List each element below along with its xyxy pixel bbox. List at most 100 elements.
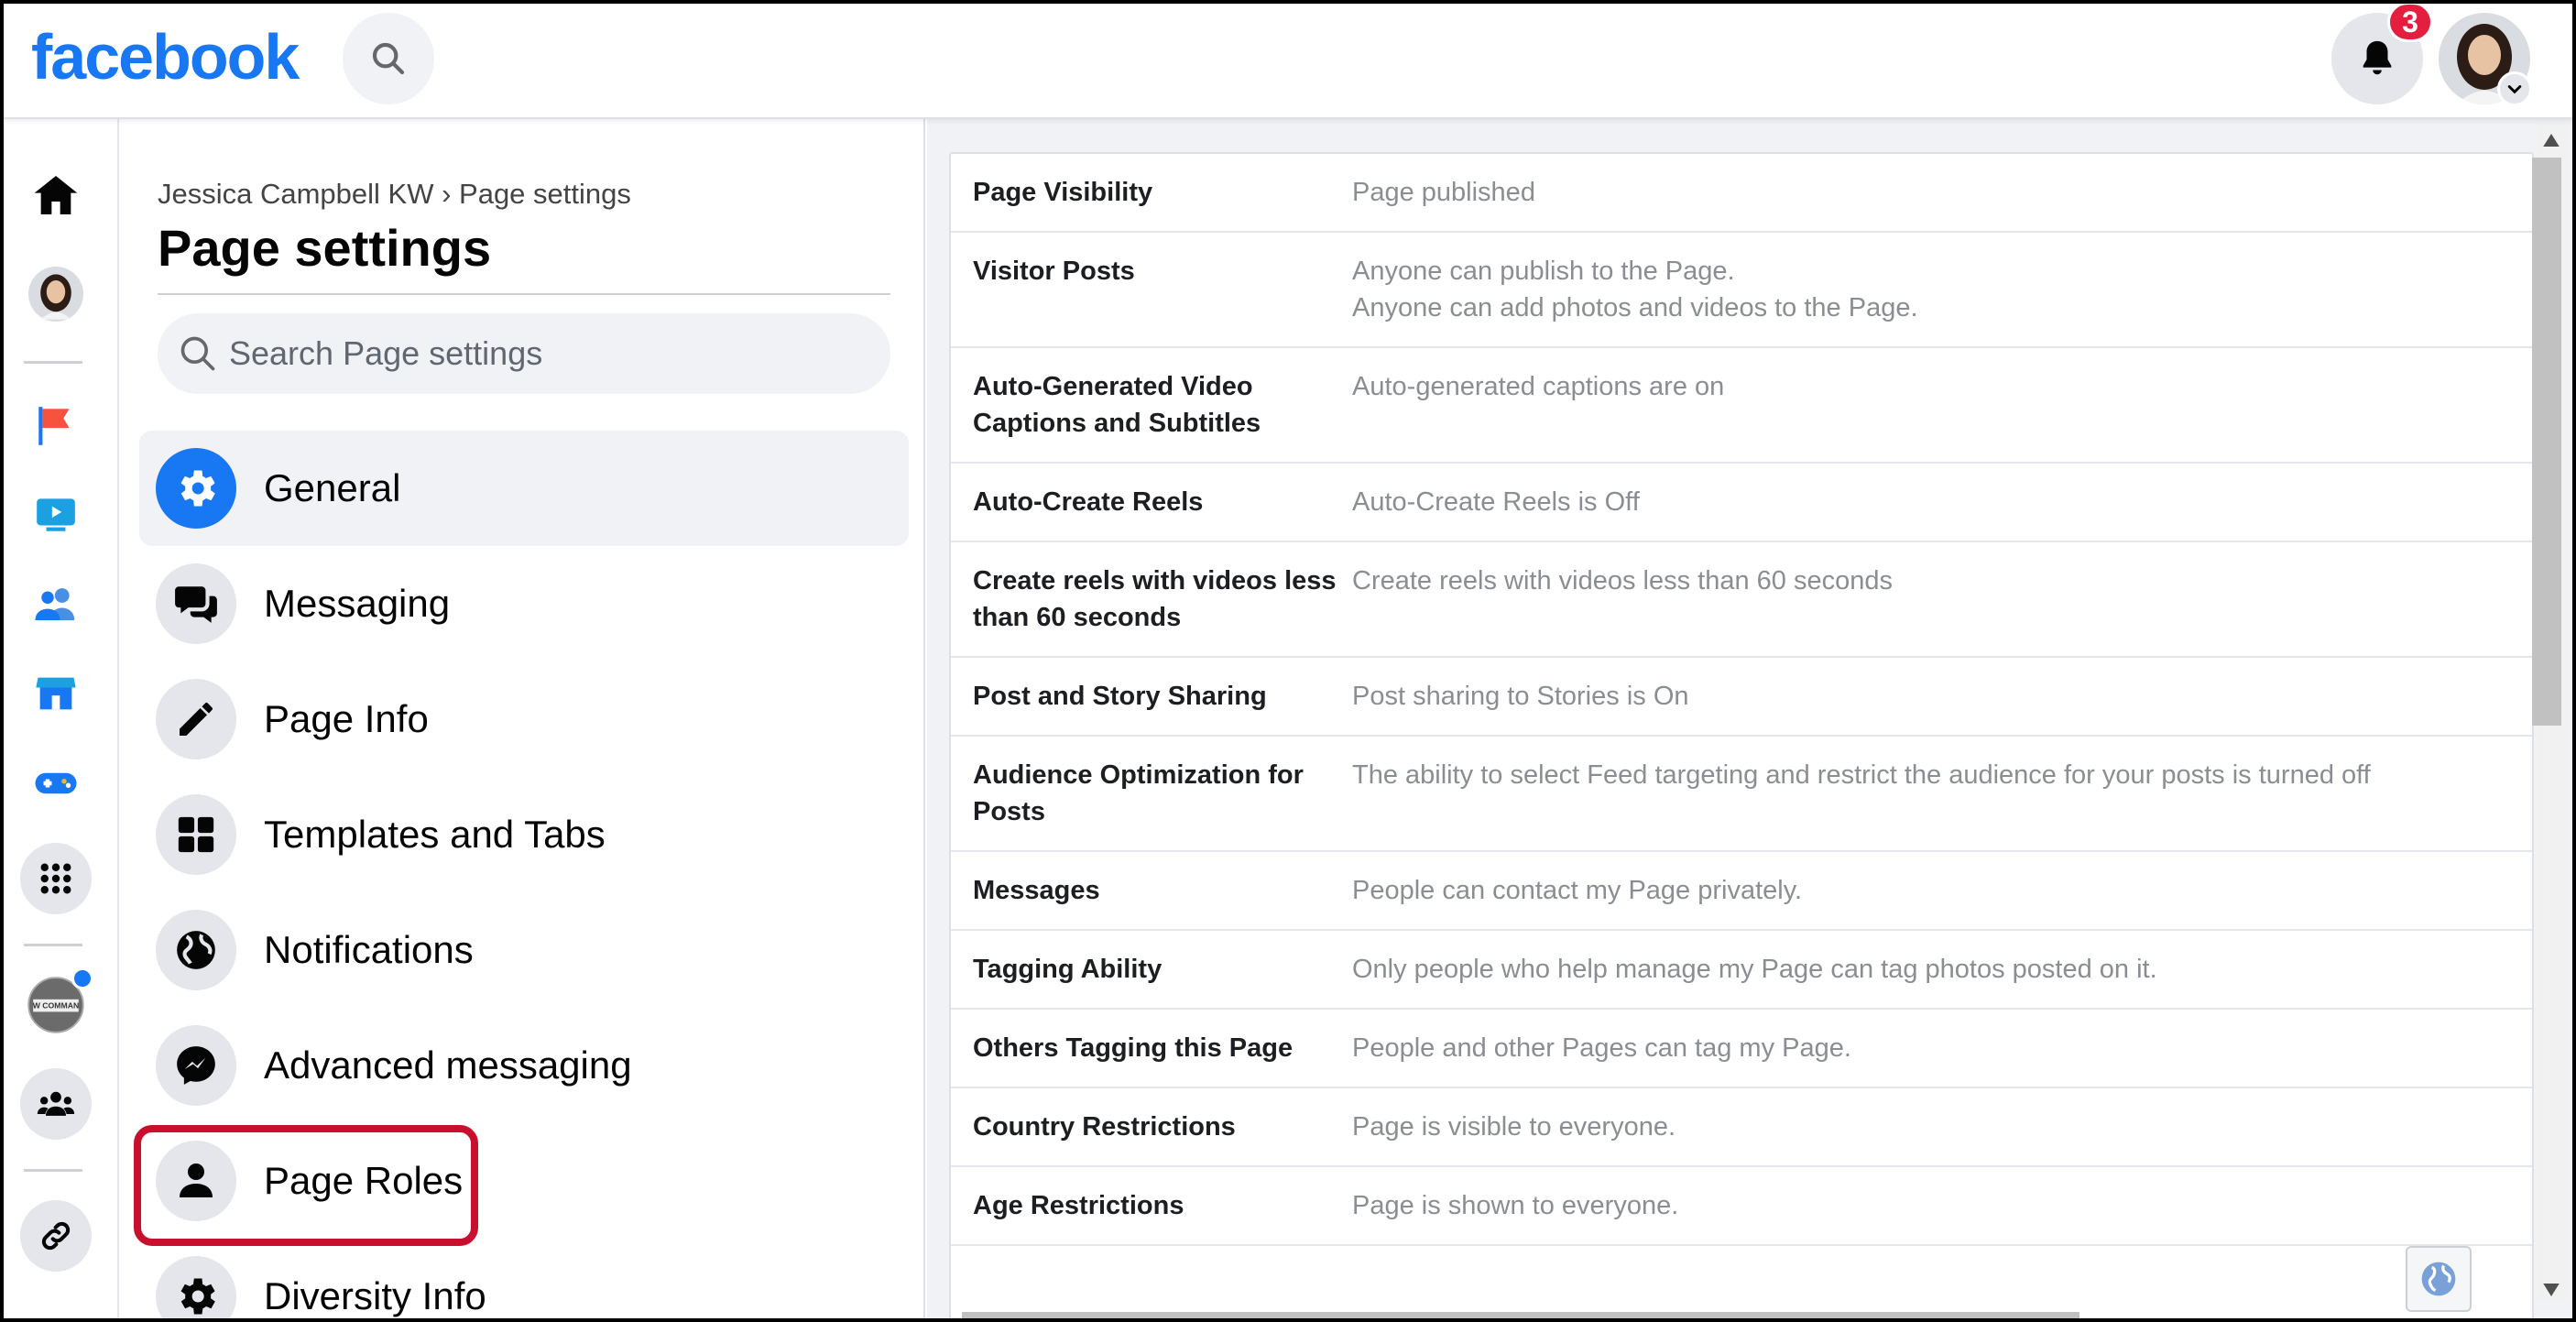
scroll-down-button[interactable]	[2538, 1278, 2565, 1302]
setting-value-line: Post sharing to Stories is On	[1352, 682, 1689, 711]
nav-item-templates-and-tabs[interactable]: Templates and Tabs	[139, 777, 909, 892]
marketplace-icon	[36, 677, 76, 710]
link-button[interactable]	[20, 1200, 92, 1272]
setting-label: Messages	[973, 876, 1100, 905]
nav-item-label: Page Roles	[264, 1159, 464, 1202]
setting-value: Auto-Create Reels is Off	[1352, 484, 1640, 520]
setting-value: Auto-generated captions are on	[1352, 368, 1724, 442]
title-divider	[158, 293, 890, 295]
pencil-icon	[180, 703, 213, 736]
account-menu-button[interactable]	[2497, 71, 2532, 106]
setting-value: People can contact my Page privately.	[1352, 872, 1802, 909]
friends-button[interactable]	[20, 568, 92, 639]
settings-row[interactable]: Country Restrictions Page is visible to …	[951, 1088, 2532, 1167]
nav-item-advanced-messaging[interactable]: Advanced messaging	[139, 1008, 909, 1123]
profile-button[interactable]	[20, 258, 92, 330]
rail-divider	[24, 361, 82, 364]
bell-icon	[2363, 40, 2392, 75]
nav-item-messaging[interactable]: Messaging	[139, 546, 909, 661]
setting-value: Create reels with videos less than 60 se…	[1352, 563, 1893, 636]
settings-row[interactable]: Create reels with videos less than 60 se…	[951, 542, 2532, 658]
page-avatar-text: W COMMAN	[33, 1001, 80, 1011]
setting-value-line: Anyone can publish to the Page.	[1352, 257, 1735, 286]
general-settings-card: Page Visibility Page published Visitor P…	[949, 152, 2534, 1322]
nav-item-general[interactable]: General	[139, 431, 909, 546]
nav-item-label: Page Info	[264, 697, 429, 740]
setting-value: Anyone can publish to the Page. Anyone c…	[1352, 253, 1918, 326]
top-bar: facebook 3	[0, 0, 2576, 119]
settings-row[interactable]: Auto-Generated Video Captions and Subtit…	[951, 348, 2532, 464]
settings-row[interactable]: Auto-Create Reels Auto-Create Reels is O…	[951, 464, 2532, 542]
scroll-up-button[interactable]	[2538, 128, 2565, 152]
setting-value: Page is visible to everyone.	[1352, 1109, 1675, 1145]
setting-value-line: The ability to select Feed targeting and…	[1352, 760, 2371, 790]
chat-icon	[175, 586, 217, 623]
setting-label: Age Restrictions	[973, 1191, 1184, 1220]
setting-label: Auto-Create Reels	[973, 487, 1204, 517]
settings-row[interactable]: Audience Optimization for Posts The abil…	[951, 737, 2532, 852]
messenger-icon-container	[156, 1025, 236, 1106]
triangle-down-icon	[2543, 1284, 2560, 1296]
home-button[interactable]	[20, 159, 92, 231]
menu-grid-icon	[40, 863, 71, 894]
nav-item-notifications[interactable]: Notifications	[139, 892, 909, 1008]
setting-value: Page published	[1352, 174, 1535, 211]
home-icon	[34, 176, 78, 214]
setting-value-line: People and other Pages can tag my Page.	[1352, 1033, 1851, 1063]
vertical-scrollbar-thumb[interactable]	[2532, 158, 2561, 726]
setting-label: Post and Story Sharing	[973, 682, 1267, 711]
nav-item-label: Templates and Tabs	[264, 813, 606, 856]
settings-row[interactable]: Tagging Ability Only people who help man…	[951, 931, 2532, 1010]
settings-row[interactable]: Page Visibility Page published	[951, 154, 2532, 233]
nav-item-page-info[interactable]: Page Info	[139, 661, 909, 777]
watch-button[interactable]	[20, 478, 92, 550]
setting-value-line: Page is shown to everyone.	[1352, 1191, 1679, 1220]
settings-row[interactable]: Post and Story Sharing Post sharing to S…	[951, 658, 2532, 737]
setting-label: Others Tagging this Page	[973, 1033, 1293, 1063]
setting-value-line: People can contact my Page privately.	[1352, 876, 1803, 905]
nav-item-page-roles[interactable]: Page Roles	[139, 1123, 909, 1239]
nav-item-label: Diversity Info	[264, 1274, 486, 1317]
settings-row[interactable]: Age Restrictions Page is shown to everyo…	[951, 1167, 2532, 1246]
facebook-logo[interactable]: facebook	[31, 20, 300, 93]
settings-row[interactable]: Visitor Posts Anyone can publish to the …	[951, 233, 2532, 348]
groups-button[interactable]	[20, 1068, 92, 1140]
gear-icon-container	[156, 1256, 236, 1322]
profile-avatar	[28, 267, 83, 322]
groups-icon	[37, 1091, 75, 1116]
search-settings-input[interactable]	[158, 313, 890, 394]
nav-item-diversity-info[interactable]: Diversity Info	[139, 1239, 909, 1322]
setting-label: Country Restrictions	[973, 1112, 1236, 1142]
triangle-up-icon	[2543, 134, 2560, 147]
gaming-icon	[35, 772, 77, 794]
settings-row[interactable]: Messages People can contact my Page priv…	[951, 852, 2532, 931]
pages-button[interactable]	[20, 390, 92, 462]
search-button[interactable]	[343, 13, 434, 104]
globe-icon	[2421, 1262, 2456, 1296]
menu-button[interactable]	[20, 843, 92, 914]
setting-value-line: Page is visible to everyone.	[1352, 1112, 1676, 1142]
setting-value: The ability to select Feed targeting and…	[1352, 757, 2371, 830]
notification-count-badge: 3	[2387, 2, 2433, 42]
setting-value-line: Anyone can add photos and videos to the …	[1352, 293, 1918, 322]
person-icon	[180, 1164, 213, 1197]
language-button[interactable]	[2406, 1246, 2472, 1312]
setting-value: Only people who help manage my Page can …	[1352, 951, 2157, 988]
horizontal-scrollbar-thumb[interactable]	[962, 1312, 2079, 1321]
gaming-button[interactable]	[20, 748, 92, 819]
page-title: Page settings	[158, 219, 492, 277]
settings-row[interactable]: Others Tagging this Page People and othe…	[951, 1010, 2532, 1088]
setting-label: Tagging Ability	[973, 955, 1162, 984]
setting-value: Page is shown to everyone.	[1352, 1187, 1678, 1224]
setting-label: Create reels with videos less than 60 se…	[973, 566, 1337, 632]
watch-icon	[37, 498, 75, 531]
setting-value-line: Auto-Create Reels is Off	[1352, 487, 1640, 517]
breadcrumb[interactable]: Jessica Campbell KW › Page settings	[158, 178, 631, 211]
gear-icon	[180, 470, 215, 507]
setting-label: Auto-Generated Video Captions and Subtit…	[973, 372, 1261, 438]
settings-content: Page Visibility Page published Visitor P…	[927, 119, 2576, 1322]
marketplace-button[interactable]	[20, 658, 92, 729]
friends-icon	[35, 588, 75, 620]
setting-value-line: Page published	[1352, 178, 1535, 207]
messenger-icon	[177, 1046, 215, 1085]
